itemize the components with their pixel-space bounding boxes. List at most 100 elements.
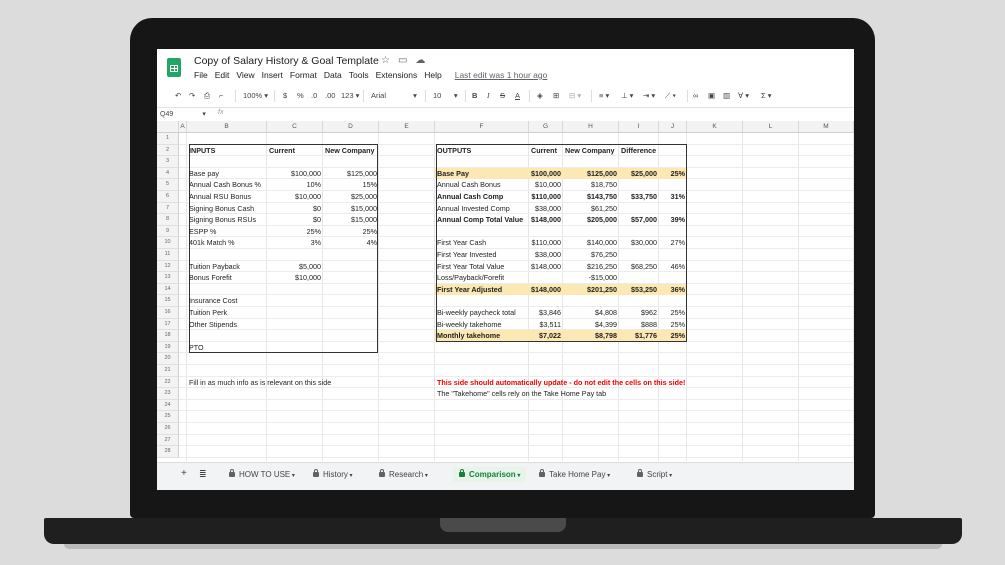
row-header-10[interactable]: 10: [157, 237, 179, 249]
zoom-select[interactable]: 100% ▾: [243, 91, 268, 100]
output-percent-value[interactable]: 27%: [661, 237, 685, 249]
output-percent-value[interactable]: 39%: [661, 214, 685, 226]
output-current-value[interactable]: $3,846: [531, 307, 561, 319]
input-current-value[interactable]: $5,000: [269, 261, 321, 273]
output-difference-value[interactable]: $68,250: [621, 261, 657, 273]
input-current-value[interactable]: [269, 307, 321, 319]
chevron-down-icon[interactable]: ▾: [423, 473, 428, 479]
input-current-value[interactable]: 25%: [269, 226, 321, 238]
chevron-down-icon[interactable]: ▾: [667, 473, 672, 479]
column-header-d[interactable]: D: [323, 121, 379, 133]
output-difference-value[interactable]: $30,000: [621, 237, 657, 249]
output-current-value[interactable]: $3,511: [531, 319, 561, 331]
row-header-28[interactable]: 28: [157, 446, 179, 458]
row-header-1[interactable]: 1: [157, 133, 179, 145]
left-note[interactable]: Fill in as much info as is relevant on t…: [189, 377, 377, 389]
menu-format[interactable]: Format: [290, 70, 317, 80]
row-header-27[interactable]: 27: [157, 434, 179, 447]
output-label[interactable]: Monthly takehome: [437, 330, 527, 342]
output-percent-value[interactable]: 25%: [661, 330, 685, 342]
output-label[interactable]: Annual Comp Total Value: [437, 214, 527, 226]
insert-link-icon[interactable]: ∞: [693, 91, 698, 100]
output-label[interactable]: First Year Total Value: [437, 261, 527, 273]
menu-view[interactable]: View: [236, 70, 254, 80]
row-header-21[interactable]: 21: [157, 365, 179, 377]
vertical-align-icon[interactable]: ⊥ ▾: [621, 91, 633, 100]
sheet-tab-comparison[interactable]: Comparison ▾: [453, 467, 527, 482]
outputs-difference-header[interactable]: Difference: [621, 145, 657, 157]
input-current-value[interactable]: $10,000: [269, 272, 321, 284]
more-formats-select[interactable]: 123 ▾: [341, 91, 359, 100]
output-percent-value[interactable]: [661, 249, 685, 261]
chevron-down-icon[interactable]: ▾: [605, 473, 610, 479]
sheet-tab-research[interactable]: Research ▾: [379, 469, 428, 479]
functions-icon[interactable]: Σ ▾: [761, 91, 772, 100]
input-new-value[interactable]: $25,000: [325, 191, 377, 203]
fill-color-icon[interactable]: ◈: [537, 91, 543, 100]
column-header-a[interactable]: A: [179, 121, 187, 133]
input-current-value[interactable]: $10,000: [269, 191, 321, 203]
last-edit-link[interactable]: Last edit was 1 hour ago: [455, 70, 548, 80]
chevron-down-icon[interactable]: ▾: [290, 473, 295, 479]
select-all-corner[interactable]: [157, 121, 179, 133]
output-new-value[interactable]: $61,250: [565, 203, 617, 215]
output-difference-value[interactable]: $25,000: [621, 168, 657, 180]
input-current-value[interactable]: $100,000: [269, 168, 321, 180]
font-select[interactable]: Arial ▾: [371, 91, 417, 100]
text-color-icon[interactable]: A: [515, 91, 520, 100]
redo-icon[interactable]: ↷: [189, 91, 195, 100]
output-difference-value[interactable]: [621, 179, 657, 191]
outputs-header[interactable]: OUTPUTS: [437, 145, 527, 157]
row-header-12[interactable]: 12: [157, 260, 179, 273]
bold-icon[interactable]: B: [472, 91, 477, 100]
output-percent-value[interactable]: 25%: [661, 168, 685, 180]
right-note[interactable]: The "Takehome" cells rely on the Take Ho…: [437, 388, 685, 400]
output-current-value[interactable]: $38,000: [531, 249, 561, 261]
column-header-i[interactable]: I: [619, 121, 659, 133]
row-header-19[interactable]: 19: [157, 341, 179, 354]
increase-decimal-button[interactable]: .00: [325, 91, 335, 100]
insert-chart-icon[interactable]: ▥: [723, 91, 730, 100]
row-header-2[interactable]: 2: [157, 144, 179, 157]
output-label[interactable]: First Year Invested: [437, 249, 527, 261]
column-header-k[interactable]: K: [687, 121, 743, 133]
row-header-14[interactable]: 14: [157, 283, 179, 296]
output-difference-value[interactable]: $962: [621, 307, 657, 319]
output-current-value[interactable]: $148,000: [531, 261, 561, 273]
input-label[interactable]: Other Stipends: [189, 319, 265, 331]
output-percent-value[interactable]: [661, 203, 685, 215]
strikethrough-icon[interactable]: S: [500, 91, 505, 100]
row-header-16[interactable]: 16: [157, 307, 179, 319]
input-current-value[interactable]: 3%: [269, 237, 321, 249]
row-header-7[interactable]: 7: [157, 202, 179, 215]
menu-data[interactable]: Data: [324, 70, 342, 80]
output-label[interactable]: Annual Cash Comp: [437, 191, 527, 203]
row-header-11[interactable]: 11: [157, 249, 179, 261]
input-new-value[interactable]: [325, 307, 377, 319]
column-header-c[interactable]: C: [267, 121, 323, 133]
output-current-value[interactable]: $10,000: [531, 179, 561, 191]
output-percent-value[interactable]: 36%: [661, 284, 685, 296]
input-current-value[interactable]: [269, 342, 321, 354]
sheet-tab-take-home-pay[interactable]: Take Home Pay ▾: [539, 469, 610, 479]
input-label[interactable]: Insurance Cost: [189, 295, 265, 307]
row-header-20[interactable]: 20: [157, 353, 179, 365]
output-difference-value[interactable]: $888: [621, 319, 657, 331]
merge-cells-icon[interactable]: ⊟ ▾: [569, 91, 581, 100]
output-label[interactable]: Base Pay: [437, 168, 527, 180]
chevron-down-icon[interactable]: ▾: [516, 473, 520, 479]
column-header-b[interactable]: B: [187, 121, 267, 133]
right-warning-note[interactable]: This side should automatically update - …: [437, 377, 685, 389]
input-current-value[interactable]: [269, 295, 321, 307]
output-label[interactable]: Bi-weekly takehome: [437, 319, 527, 331]
output-percent-value[interactable]: 31%: [661, 191, 685, 203]
sheet-tab-history[interactable]: History ▾: [313, 469, 353, 479]
output-new-value[interactable]: $205,000: [565, 214, 617, 226]
row-header-26[interactable]: 26: [157, 423, 179, 435]
column-header-l[interactable]: L: [743, 121, 799, 133]
column-header-j[interactable]: J: [659, 121, 687, 133]
output-label[interactable]: Loss/Payback/Forefit: [437, 272, 527, 284]
output-current-value[interactable]: [531, 272, 561, 284]
input-new-value[interactable]: [325, 342, 377, 354]
input-new-value[interactable]: [325, 272, 377, 284]
